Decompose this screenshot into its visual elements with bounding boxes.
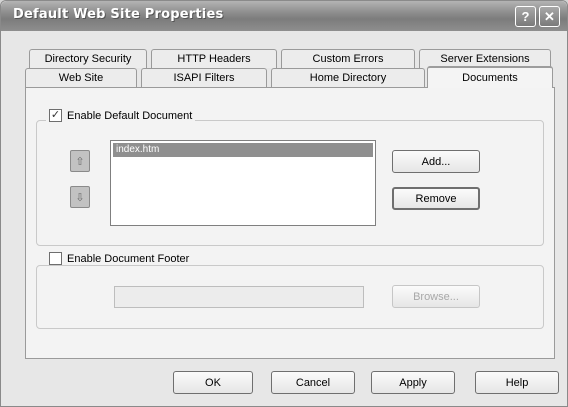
enable-default-document[interactable]: ✓ Enable Default Document — [46, 109, 196, 122]
remove-button[interactable]: Remove — [392, 187, 480, 210]
tab-documents[interactable]: Documents — [427, 66, 553, 88]
tab-web-site[interactable]: Web Site — [25, 68, 137, 87]
enable-document-footer[interactable]: Enable Document Footer — [46, 252, 193, 265]
arrow-down-icon: ⇩ — [75, 191, 85, 204]
close-title-button[interactable]: ✕ — [539, 6, 560, 27]
close-icon: ✕ — [544, 8, 555, 24]
help-button[interactable]: Help — [475, 371, 559, 394]
question-icon: ? — [521, 9, 530, 24]
checkmark-icon: ✓ — [50, 109, 61, 121]
footer-path-field[interactable] — [114, 286, 364, 308]
move-down-button[interactable]: ⇩ — [70, 186, 90, 208]
enable-default-document-label: Enable Default Document — [67, 109, 193, 122]
apply-button[interactable]: Apply — [371, 371, 455, 394]
tab-isapi-filters[interactable]: ISAPI Filters — [141, 68, 267, 87]
title-bar[interactable]: Default Web Site Properties ? ✕ — [1, 1, 567, 31]
tab-home-directory[interactable]: Home Directory — [271, 68, 425, 87]
move-up-button[interactable]: ⇧ — [70, 150, 90, 172]
document-footer-checkbox[interactable] — [49, 252, 62, 265]
default-document-checkbox[interactable]: ✓ — [49, 109, 62, 122]
window-title: Default Web Site Properties — [13, 7, 224, 22]
add-button[interactable]: Add... — [392, 150, 480, 173]
properties-dialog: Default Web Site Properties ? ✕ Director… — [0, 0, 568, 407]
arrow-up-icon: ⇧ — [75, 155, 85, 168]
documents-panel: ✓ Enable Default Document ⇧ ⇩ index.htm … — [25, 87, 555, 359]
tab-custom-errors[interactable]: Custom Errors — [281, 49, 415, 68]
list-item[interactable]: index.htm — [113, 143, 373, 157]
default-documents-list[interactable]: index.htm — [110, 140, 376, 226]
browse-button[interactable]: Browse... — [392, 285, 480, 308]
tab-http-headers[interactable]: HTTP Headers — [151, 49, 277, 68]
enable-document-footer-label: Enable Document Footer — [67, 252, 190, 265]
ok-button[interactable]: OK — [173, 371, 253, 394]
help-title-button[interactable]: ? — [515, 6, 536, 27]
tab-directory-security[interactable]: Directory Security — [29, 49, 147, 68]
cancel-button[interactable]: Cancel — [271, 371, 355, 394]
